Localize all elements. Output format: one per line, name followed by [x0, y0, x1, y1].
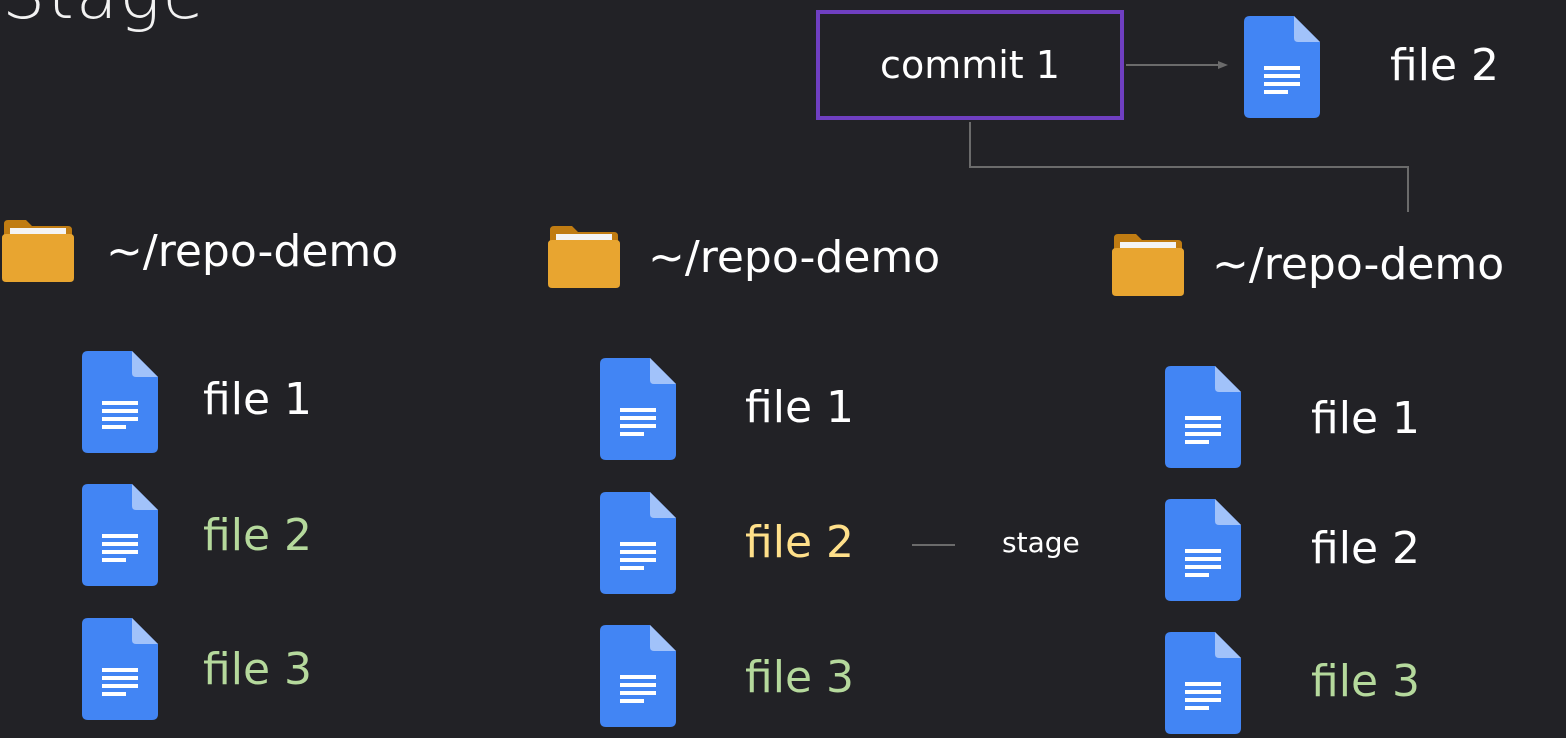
commit-file-label: file 2 — [1390, 40, 1499, 91]
file-label: file 3 — [203, 644, 312, 695]
document-icon — [82, 618, 158, 720]
document-icon — [600, 492, 676, 594]
folder-label: ~/repo-demo — [1212, 239, 1505, 290]
connector-lines — [912, 61, 1409, 546]
file-label: file 3 — [1311, 656, 1420, 707]
folder-label: ~/repo-demo — [106, 226, 399, 277]
folder-icon — [0, 218, 76, 284]
document-icon — [1165, 632, 1241, 734]
folder-label: ~/repo-demo — [648, 232, 941, 283]
folder-icon — [546, 224, 622, 290]
commit-label: commit 1 — [880, 43, 1060, 87]
stage-label: stage — [1002, 526, 1080, 559]
document-icon — [82, 351, 158, 453]
file-label: file 1 — [203, 374, 312, 425]
document-icon — [1165, 499, 1241, 601]
file-label: file 2 — [203, 510, 312, 561]
document-icon — [600, 358, 676, 460]
document-icon — [600, 625, 676, 727]
folder-icon — [1110, 232, 1186, 298]
file-label: file 2 — [745, 517, 854, 568]
document-icon — [1244, 16, 1320, 118]
file-label: file 1 — [1311, 393, 1420, 444]
document-icon — [1165, 366, 1241, 468]
file-label: file 1 — [745, 382, 854, 433]
document-icon — [82, 484, 158, 586]
file-label: file 2 — [1311, 523, 1420, 574]
file-label: file 3 — [745, 652, 854, 703]
commit-box: commit 1 — [816, 10, 1124, 120]
